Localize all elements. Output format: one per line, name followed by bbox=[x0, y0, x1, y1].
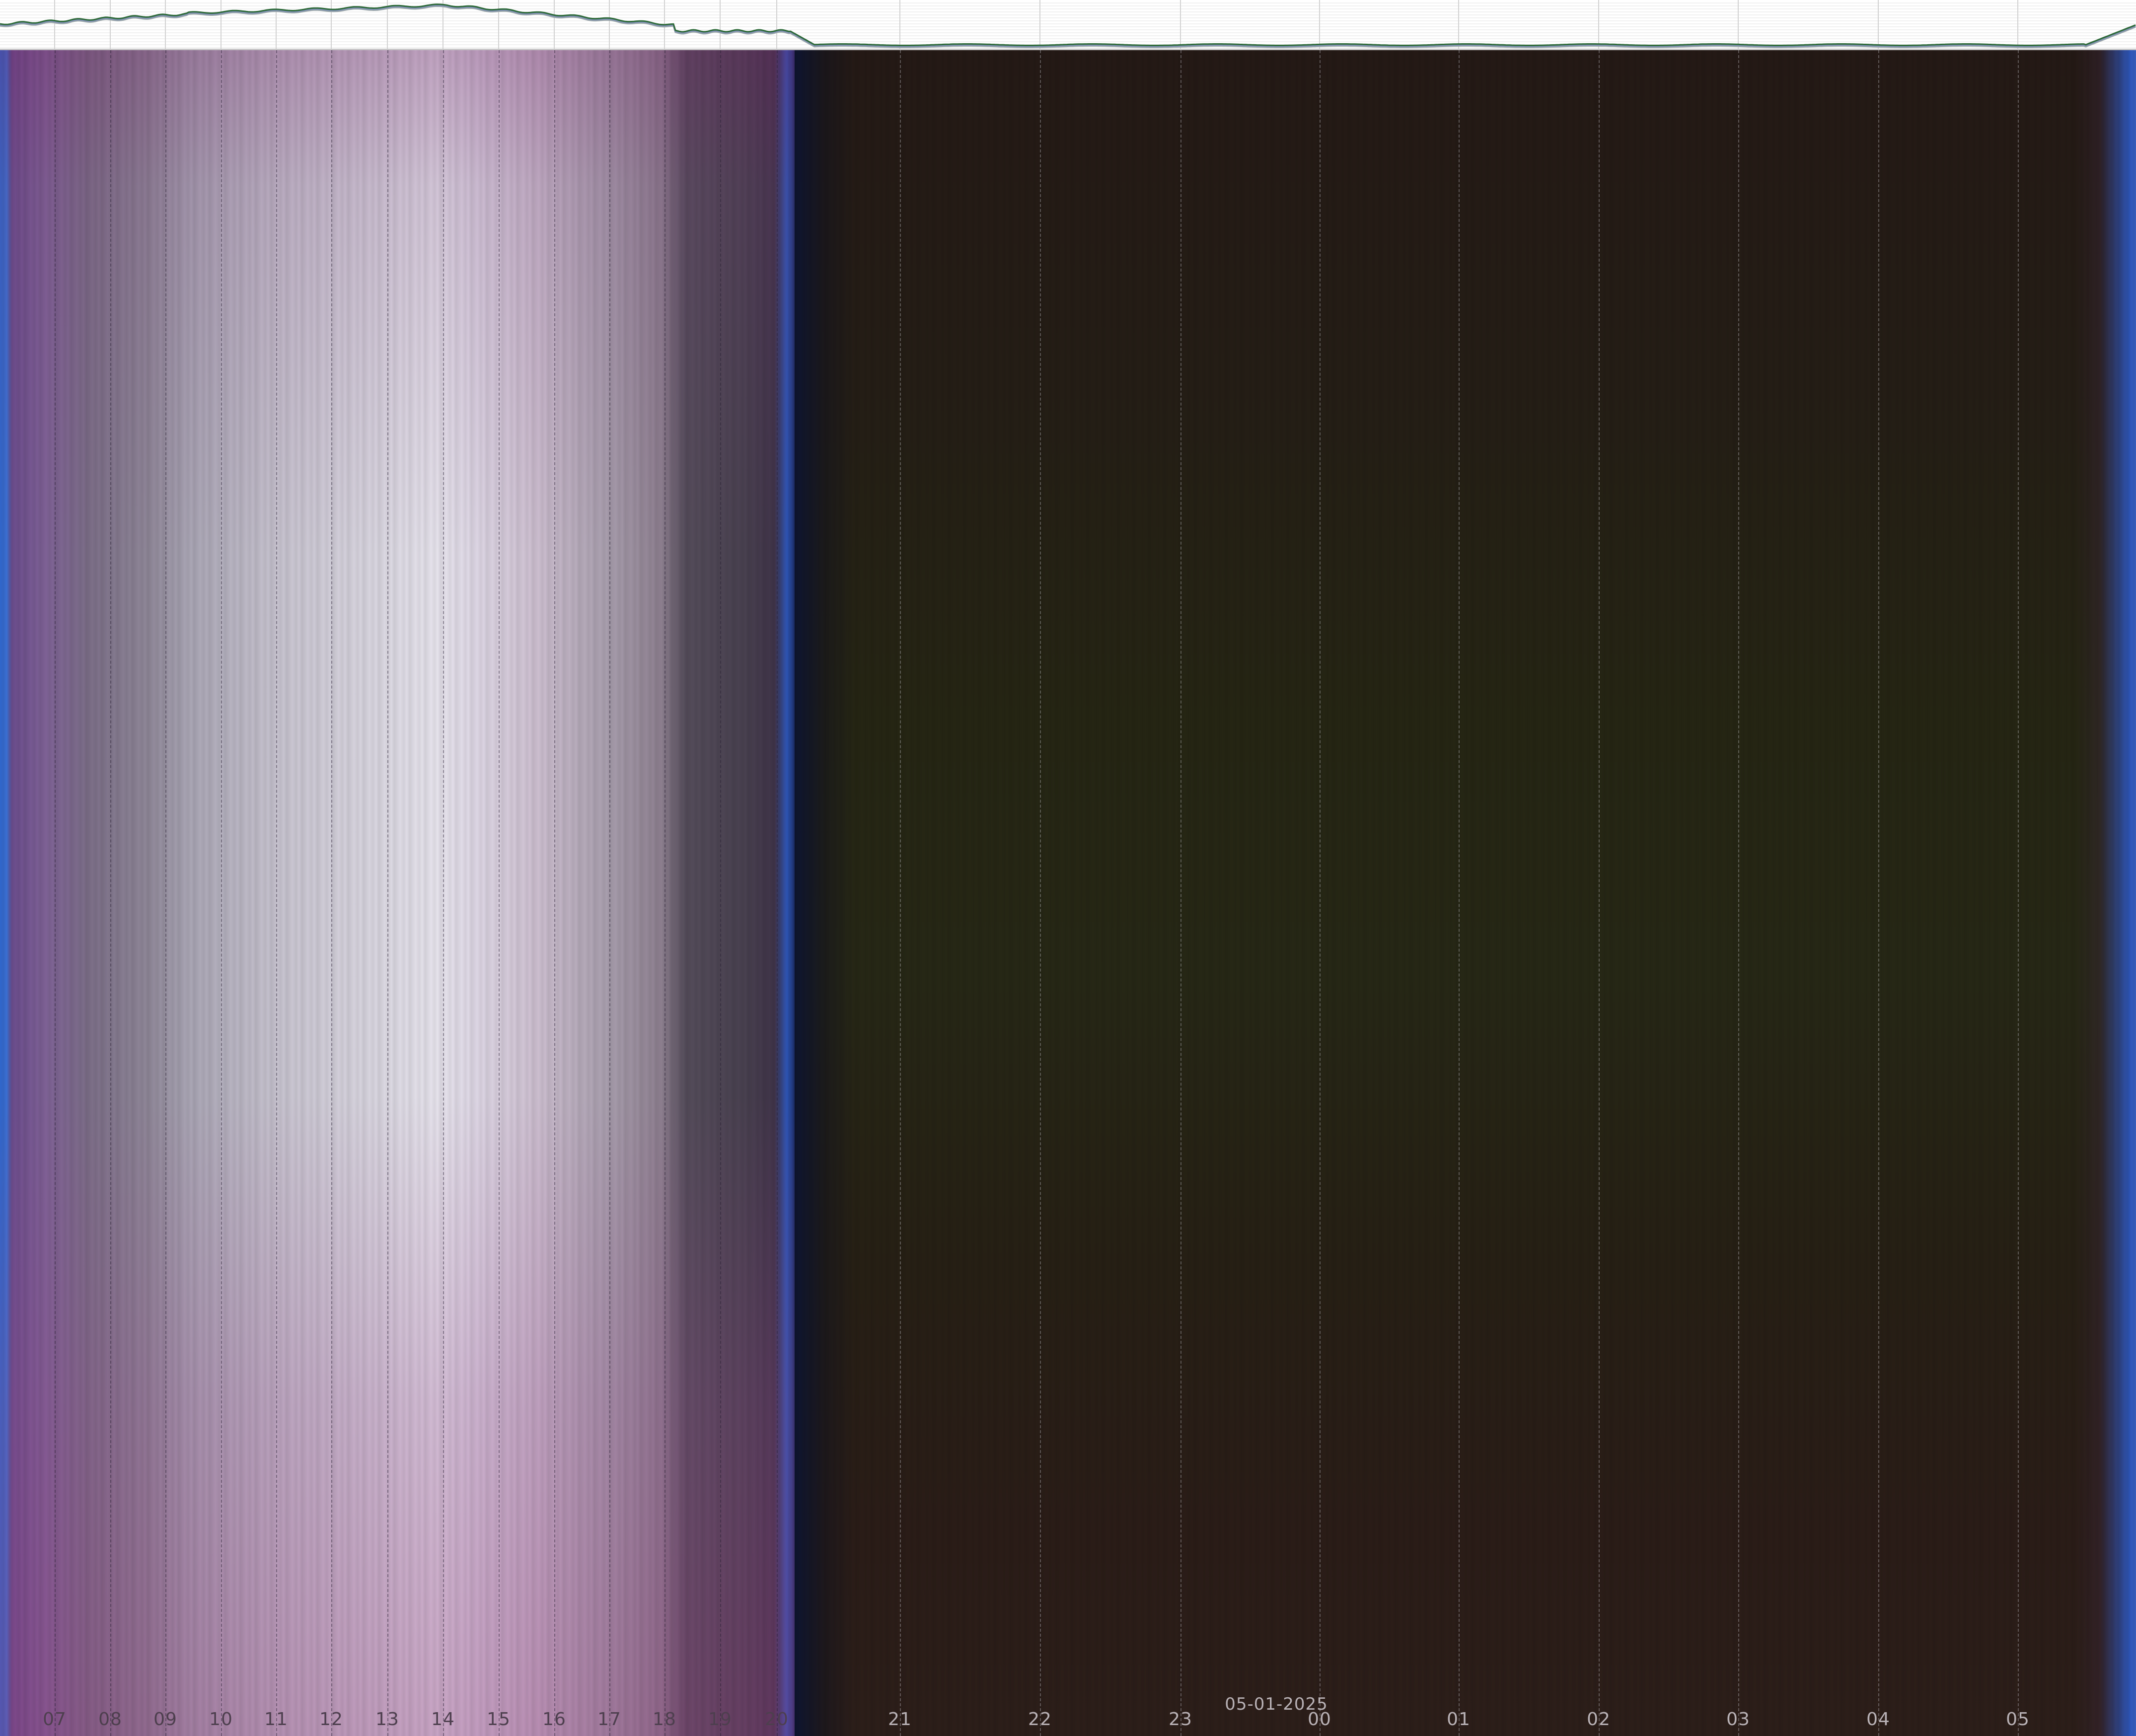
hour-label: 18 bbox=[653, 1709, 676, 1730]
timelapse-keogram: 07 08 09 10 11 12 13 14 15 16 17 18 19 20 21 22 23 00 01 02… bbox=[0, 0, 2136, 1736]
hour-gridline bbox=[777, 50, 778, 1736]
hour-gridline bbox=[1738, 50, 1739, 1736]
hour-label: 04 bbox=[1866, 1709, 1890, 1730]
brightness-graph-plot bbox=[0, 0, 2136, 49]
hour-label: 20 bbox=[765, 1709, 789, 1730]
hour-gridline bbox=[1459, 50, 1460, 1736]
hour-label: 17 bbox=[597, 1709, 621, 1730]
hour-gridline bbox=[720, 50, 721, 1736]
hour-gridline bbox=[110, 50, 111, 1736]
hour-label: 22 bbox=[1028, 1709, 1052, 1730]
hour-label: 01 bbox=[1447, 1709, 1471, 1730]
hour-gridline bbox=[1180, 50, 1181, 1736]
hour-gridline bbox=[1599, 50, 1600, 1736]
hour-gridline bbox=[1320, 50, 1321, 1736]
hour-label: 05 bbox=[2006, 1709, 2030, 1730]
hour-label: 14 bbox=[431, 1709, 455, 1730]
column-stripes bbox=[0, 50, 2136, 1736]
graph-line-tertiary bbox=[0, 4, 2136, 47]
hour-label: 03 bbox=[1726, 1709, 1750, 1730]
hour-gridline bbox=[2018, 50, 2019, 1736]
hour-label: 23 bbox=[1169, 1709, 1192, 1730]
hour-label: 07 bbox=[43, 1709, 67, 1730]
hour-label: 10 bbox=[209, 1709, 233, 1730]
hour-gridline bbox=[55, 50, 56, 1736]
hour-gridline bbox=[554, 50, 555, 1736]
hour-gridline bbox=[499, 50, 500, 1736]
hour-gridline bbox=[221, 50, 222, 1736]
hour-label: 15 bbox=[487, 1709, 511, 1730]
hour-gridline bbox=[900, 50, 901, 1736]
keogram-image bbox=[0, 50, 2136, 1736]
hour-label: 09 bbox=[153, 1709, 177, 1730]
hour-label: 19 bbox=[708, 1709, 732, 1730]
hour-gridline bbox=[387, 50, 388, 1736]
hour-label: 02 bbox=[1587, 1709, 1611, 1730]
hour-gridline bbox=[276, 50, 277, 1736]
hour-label: 13 bbox=[375, 1709, 399, 1730]
hour-gridline bbox=[609, 50, 610, 1736]
hour-label: 16 bbox=[542, 1709, 566, 1730]
hour-gridline bbox=[1878, 50, 1879, 1736]
hour-gridline bbox=[331, 50, 332, 1736]
hour-gridline bbox=[165, 50, 166, 1736]
hour-gridline bbox=[664, 50, 665, 1736]
hour-label: 08 bbox=[98, 1709, 122, 1730]
date-label: 05-01-2025 bbox=[1225, 1694, 1328, 1714]
hour-gridline bbox=[443, 50, 444, 1736]
hour-label: 11 bbox=[264, 1709, 288, 1730]
hour-label: 21 bbox=[888, 1709, 912, 1730]
brightness-graph bbox=[0, 0, 2136, 50]
hour-gridline bbox=[1040, 50, 1041, 1736]
hour-label: 12 bbox=[319, 1709, 343, 1730]
